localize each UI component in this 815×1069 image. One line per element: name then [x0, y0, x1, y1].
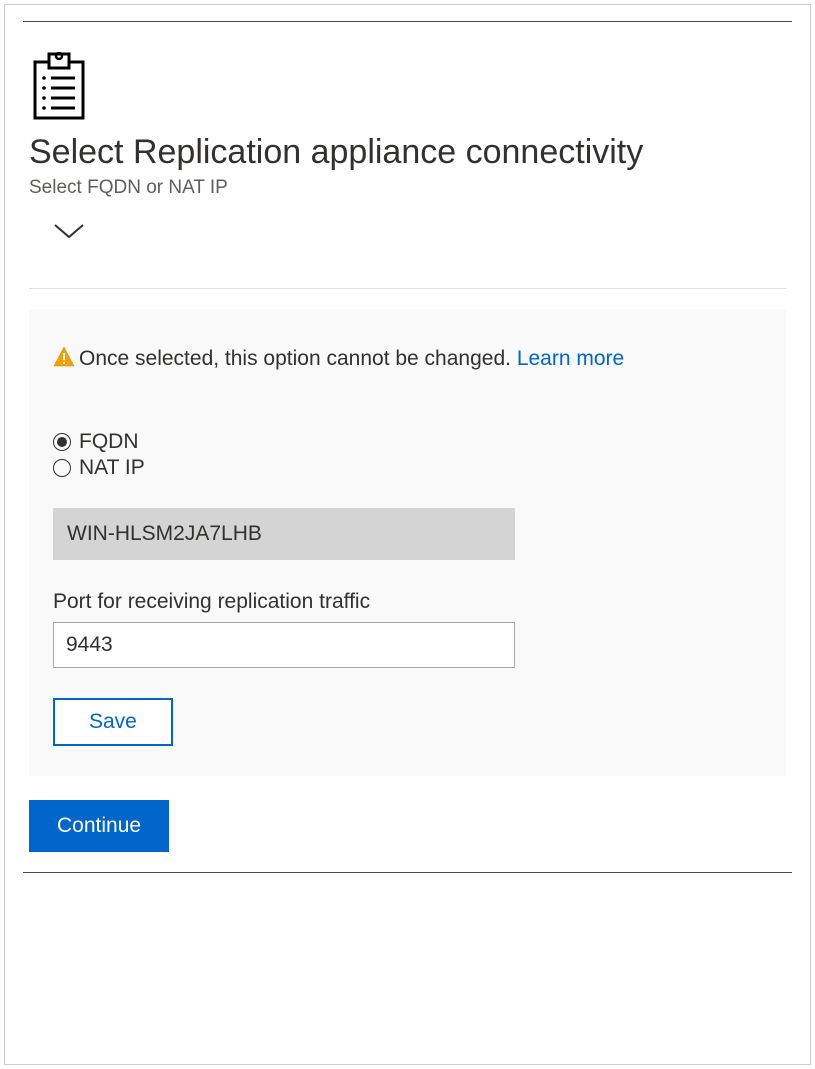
- port-input[interactable]: [53, 622, 515, 668]
- save-button[interactable]: Save: [53, 698, 173, 746]
- radio-circle-selected-icon: [53, 433, 71, 451]
- radio-fqdn[interactable]: FQDN: [53, 430, 762, 454]
- mid-divider: [29, 288, 786, 289]
- warning-text: Once selected, this option cannot be cha…: [79, 343, 624, 375]
- dialog-frame: Select Replication appliance connectivit…: [4, 4, 811, 1065]
- radio-label-natip: NAT IP: [79, 456, 145, 480]
- continue-button[interactable]: Continue: [29, 800, 169, 852]
- warning-message: Once selected, this option cannot be cha…: [79, 347, 517, 370]
- form-card: Once selected, this option cannot be cha…: [29, 309, 786, 777]
- bottom-divider: [23, 872, 792, 873]
- warning-icon: [53, 346, 75, 368]
- connectivity-radio-group: FQDN NAT IP: [53, 430, 762, 480]
- page-title: Select Replication appliance connectivit…: [29, 132, 786, 173]
- warning-row: Once selected, this option cannot be cha…: [53, 343, 762, 375]
- clipboard-icon: [29, 52, 89, 122]
- chevron-down-icon[interactable]: [51, 219, 87, 243]
- port-field-label: Port for receiving replication traffic: [53, 590, 762, 614]
- radio-label-fqdn: FQDN: [79, 430, 139, 454]
- hostname-field: WIN-HLSM2JA7LHB: [53, 508, 515, 560]
- page-subtitle: Select FQDN or NAT IP: [29, 177, 786, 199]
- learn-more-link[interactable]: Learn more: [517, 347, 624, 370]
- radio-circle-icon: [53, 459, 71, 477]
- header-section: Select Replication appliance connectivit…: [5, 22, 810, 268]
- radio-natip[interactable]: NAT IP: [53, 456, 762, 480]
